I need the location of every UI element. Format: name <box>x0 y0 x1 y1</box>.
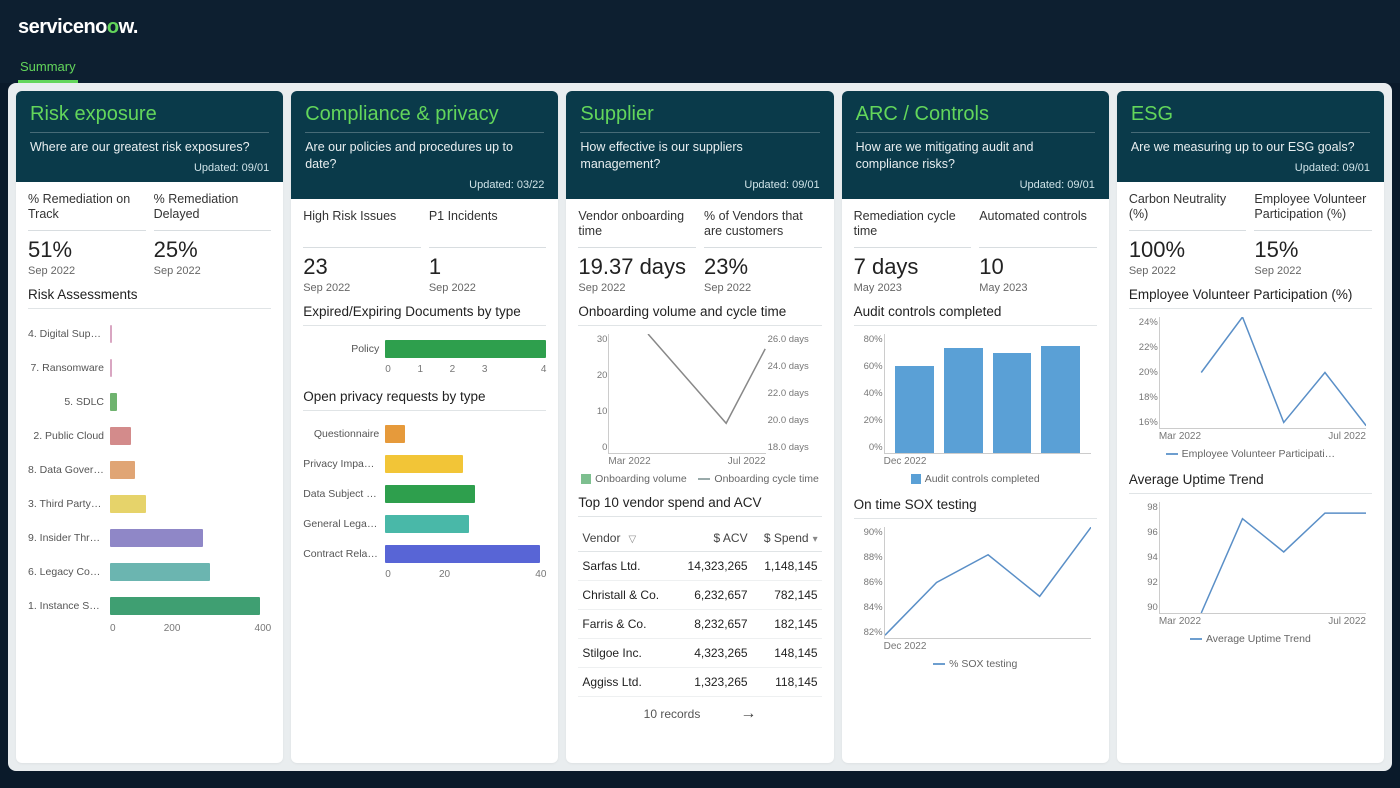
bar-row[interactable]: Privacy Impact A… <box>303 449 546 479</box>
chart-title-evp: Employee Volunteer Participation (%) <box>1129 287 1372 302</box>
metric-onboarding-time: Vendor onboarding time 19.37 days Sep 20… <box>578 209 696 294</box>
bar-row[interactable]: 4. Digital Supply… <box>28 317 271 351</box>
table-footer: 10 records → <box>578 697 821 723</box>
bar-row[interactable]: 2. Public Cloud <box>28 419 271 453</box>
metric-remediation-delayed: % Remediation Delayed 25% Sep 2022 <box>154 192 272 277</box>
metric-carbon-neutrality: Carbon Neutrality (%) 100% Sep 2022 <box>1129 192 1247 277</box>
card-title: ESG <box>1131 103 1370 126</box>
sort-icon[interactable] <box>809 531 818 545</box>
metric-remediation-cycle: Remediation cycle time 7 days May 2023 <box>854 209 972 294</box>
bar[interactable] <box>1041 346 1080 453</box>
updated-label: Updated: 09/01 <box>1131 162 1370 174</box>
chart-uptime[interactable]: 9896949290 <box>1159 502 1366 614</box>
card-title: Compliance & privacy <box>305 103 544 126</box>
card-esg: ESG Are we measuring up to our ESG goals… <box>1117 91 1384 763</box>
chart-onboarding-combo[interactable]: 3020100 26.0 days24.0 days22.0 days20.0 … <box>608 334 765 454</box>
card-subtitle: How effective is our suppliers managemen… <box>580 139 819 173</box>
chart-audit-controls[interactable]: 80%60%40%20%0% <box>884 334 1091 454</box>
bar[interactable] <box>944 348 983 453</box>
bar-row[interactable]: Contract Relate… <box>303 539 546 569</box>
card-arc-controls: ARC / Controls How are we mitigating aud… <box>842 91 1109 763</box>
card-title: ARC / Controls <box>856 103 1095 126</box>
bar-row[interactable]: Policy <box>303 334 546 364</box>
metric-automated-controls: Automated controls 10 May 2023 <box>979 209 1097 294</box>
card-subtitle: How are we mitigating audit and complian… <box>856 139 1095 173</box>
table-row[interactable]: Farris & Co.8,232,657182,145 <box>578 609 821 638</box>
bar-row[interactable]: Questionnaire <box>303 419 546 449</box>
table-row[interactable]: Sarfas Ltd.14,323,2651,148,145 <box>578 551 821 580</box>
tab-summary[interactable]: Summary <box>18 53 78 83</box>
tab-bar: Summary <box>18 53 1382 83</box>
topbar: servicenoow. Summary <box>0 0 1400 83</box>
table-row[interactable]: Stilgoe Inc.4,323,265148,145 <box>578 638 821 667</box>
card-supplier: Supplier How effective is our suppliers … <box>566 91 833 763</box>
chart-title-uptime: Average Uptime Trend <box>1129 472 1372 487</box>
col-vendor[interactable]: Vendor <box>578 525 674 552</box>
bar[interactable] <box>895 366 934 453</box>
bar-row[interactable]: 3. Third Party Vul… <box>28 487 271 521</box>
chart-title-expired-docs: Expired/Expiring Documents by type <box>303 304 546 319</box>
legend-sox: % SOX testing <box>949 658 1017 670</box>
chart-title-audit-controls: Audit controls completed <box>854 304 1097 319</box>
bar[interactable] <box>993 353 1032 453</box>
record-count: 10 records <box>644 707 701 721</box>
card-risk-exposure: Risk exposure Where are our greatest ris… <box>16 91 283 763</box>
bar-row[interactable]: General Legal R… <box>303 509 546 539</box>
chart-sox-testing[interactable]: 90%88%86%84%82% <box>884 527 1091 639</box>
bar-row[interactable]: 8. Data Governa… <box>28 453 271 487</box>
updated-label: Updated: 03/22 <box>305 179 544 191</box>
metric-vendor-customers: % of Vendors that are customers 23% Sep … <box>704 209 822 294</box>
card-title: Supplier <box>580 103 819 126</box>
chart-evp[interactable]: 24%22%20%18%16% <box>1159 317 1366 429</box>
vendor-table[interactable]: Vendor $ ACV $ Spend Sarfas Ltd.14,323,2… <box>578 525 821 697</box>
logo: servicenoow. <box>18 10 1382 49</box>
bar-row[interactable]: 5. SDLC <box>28 385 271 419</box>
updated-label: Updated: 09/01 <box>30 162 269 174</box>
col-acv[interactable]: $ ACV <box>674 525 751 552</box>
filter-icon[interactable] <box>620 531 636 545</box>
updated-label: Updated: 09/01 <box>580 179 819 191</box>
bar-row[interactable]: Data Subject Re… <box>303 479 546 509</box>
card-title: Risk exposure <box>30 103 269 126</box>
bar-row[interactable]: 6. Legacy Code … <box>28 555 271 589</box>
table-row[interactable]: Christall & Co.6,232,657782,145 <box>578 580 821 609</box>
chart-title-risk-assessments: Risk Assessments <box>28 287 271 302</box>
legend-uptime: Average Uptime Trend <box>1206 633 1311 645</box>
metric-p1-incidents: P1 Incidents 1 Sep 2022 <box>429 209 547 294</box>
card-subtitle: Are we measuring up to our ESG goals? <box>1131 139 1370 156</box>
card-compliance-privacy: Compliance & privacy Are our policies an… <box>291 91 558 763</box>
next-page-button[interactable]: → <box>740 705 756 723</box>
legend-audit: Audit controls completed <box>925 473 1040 485</box>
bar-row[interactable]: 9. Insider Threat <box>28 521 271 555</box>
metric-remediation-on-track: % Remediation on Track 51% Sep 2022 <box>28 192 146 277</box>
bar-row[interactable]: 1. Instance Secur… <box>28 589 271 623</box>
legend-onboarding: Onboarding volume Onboarding cycle time <box>578 473 821 485</box>
updated-label: Updated: 09/01 <box>856 179 1095 191</box>
chart-privacy-requests[interactable]: QuestionnairePrivacy Impact A…Data Subje… <box>303 419 546 580</box>
card-subtitle: Where are our greatest risk exposures? <box>30 139 269 156</box>
bar-row[interactable]: 7. Ransomware <box>28 351 271 385</box>
table-row[interactable]: Aggiss Ltd.1,323,265118,145 <box>578 667 821 696</box>
chart-risk-assessments[interactable]: 4. Digital Supply…7. Ransomware5. SDLC2.… <box>28 317 271 634</box>
chart-title-onboarding: Onboarding volume and cycle time <box>578 304 821 319</box>
chart-expired-docs[interactable]: Policy01234 <box>303 334 546 375</box>
legend-evp: Employee Volunteer Participati… <box>1182 448 1336 460</box>
dashboard-columns: Risk exposure Where are our greatest ris… <box>8 83 1392 771</box>
table-title-vendor-spend: Top 10 vendor spend and ACV <box>578 495 821 510</box>
metric-high-risk-issues: High Risk Issues 23 Sep 2022 <box>303 209 421 294</box>
card-header: Risk exposure Where are our greatest ris… <box>16 91 283 182</box>
chart-title-privacy-requests: Open privacy requests by type <box>303 389 546 404</box>
logo-text: serviceno <box>18 16 107 38</box>
chart-title-sox: On time SOX testing <box>854 497 1097 512</box>
metric-volunteer-participation: Employee Volunteer Participation (%) 15%… <box>1254 192 1372 277</box>
col-spend[interactable]: $ Spend <box>752 525 822 552</box>
card-subtitle: Are our policies and procedures up to da… <box>305 139 544 173</box>
